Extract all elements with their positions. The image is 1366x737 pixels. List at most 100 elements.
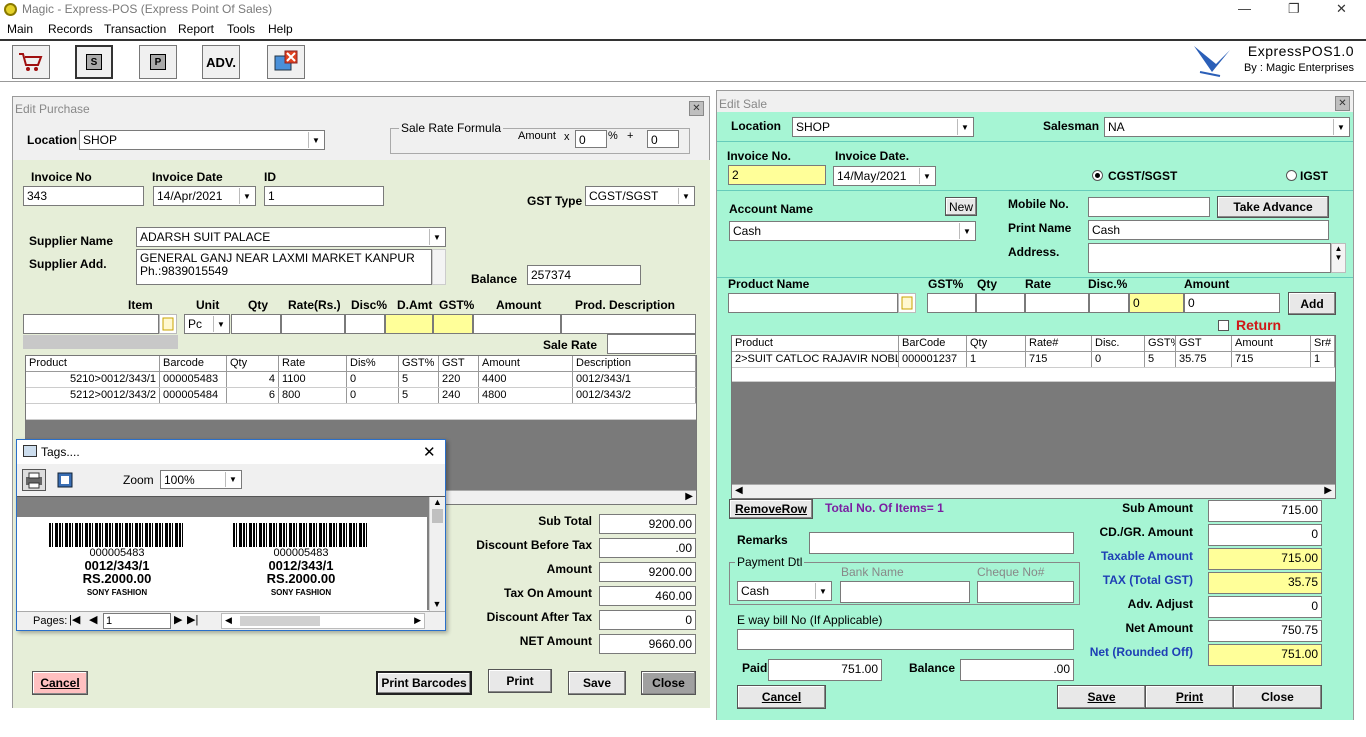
sale-grid-hscrollbar[interactable]: ◀ ▶ xyxy=(732,484,1335,498)
scroll-thumb[interactable] xyxy=(432,509,443,523)
gst-input[interactable] xyxy=(433,314,473,334)
purchase-button[interactable]: P xyxy=(139,45,177,79)
menu-transaction[interactable]: Transaction xyxy=(104,22,166,36)
sale-save-button[interactable]: Save xyxy=(1057,685,1146,709)
bank-name-input[interactable] xyxy=(840,581,970,603)
item-input[interactable] xyxy=(23,314,159,334)
purchase-save-button[interactable]: Save xyxy=(568,671,626,695)
cgst-radio[interactable] xyxy=(1092,170,1103,181)
adv-adjust-value[interactable]: 0 xyxy=(1208,596,1322,618)
amount-input[interactable] xyxy=(473,314,561,334)
sale-close-button[interactable]: Close xyxy=(1233,685,1322,709)
prev-page-icon[interactable]: ◀ xyxy=(89,613,97,626)
sale-address-textarea[interactable] xyxy=(1088,243,1331,273)
item-lookup-icon[interactable] xyxy=(159,314,177,334)
sale-print-button[interactable]: Print xyxy=(1145,685,1234,709)
payment-mode-select[interactable]: Cash ▼ xyxy=(737,581,832,601)
menu-tools[interactable]: Tools xyxy=(227,22,255,36)
scroll-right-icon[interactable]: ▶ xyxy=(414,615,421,626)
taxable-amount-value[interactable]: 715.00 xyxy=(1208,548,1322,570)
print-name-input[interactable]: Cash xyxy=(1088,220,1329,240)
scroll-left-icon[interactable]: ◀ xyxy=(735,485,743,496)
tags-print-button[interactable] xyxy=(22,469,46,491)
sale-location-select[interactable]: SHOP ▼ xyxy=(792,117,974,137)
remove-row-button[interactable]: RemoveRow xyxy=(729,499,813,519)
table-row[interactable]: 5212>0012/343/2 000005484 6 800 0 5 240 … xyxy=(26,388,696,404)
invoice-no-input[interactable]: 343 xyxy=(23,186,144,206)
sale-button[interactable]: S xyxy=(75,45,113,79)
amount-value[interactable]: 9200.00 xyxy=(599,562,696,582)
advance-button[interactable]: ADV. xyxy=(202,45,240,79)
qty-input[interactable] xyxy=(231,314,281,334)
mobile-input[interactable] xyxy=(1088,197,1210,217)
remarks-input[interactable] xyxy=(809,532,1074,554)
salesman-select[interactable]: NA ▼ xyxy=(1104,117,1350,137)
cheque-input[interactable] xyxy=(977,581,1074,603)
tags-hscrollbar[interactable]: ◀ ▶ xyxy=(221,613,425,629)
net-rounded-value[interactable]: 751.00 xyxy=(1208,644,1322,666)
menu-report[interactable]: Report xyxy=(178,22,214,36)
rate-input[interactable] xyxy=(281,314,345,334)
scroll-up-icon[interactable]: ▲ xyxy=(430,497,445,507)
minimize-icon[interactable]: — xyxy=(1238,1,1251,16)
account-name-select[interactable]: Cash ▼ xyxy=(729,221,976,241)
gst-type-select[interactable]: CGST/SGST ▼ xyxy=(585,186,695,206)
gstp-input[interactable] xyxy=(927,293,976,313)
scroll-right-icon[interactable]: ▶ xyxy=(685,491,693,502)
disc-input[interactable] xyxy=(1089,293,1129,313)
table-row-empty[interactable] xyxy=(732,368,1335,382)
disc-input[interactable] xyxy=(345,314,385,334)
zoom-select[interactable]: 100% ▼ xyxy=(160,470,242,489)
net-amount-value[interactable]: 750.75 xyxy=(1208,620,1322,642)
close-window-icon[interactable]: ✕ xyxy=(1336,1,1347,17)
tax-total-gst-value[interactable]: 35.75 xyxy=(1208,572,1322,594)
new-account-button[interactable]: New xyxy=(945,197,977,216)
product-lookup-icon[interactable] xyxy=(898,293,916,313)
exit-button[interactable] xyxy=(267,45,305,79)
cart-button[interactable] xyxy=(12,45,50,79)
damt-input[interactable] xyxy=(385,314,433,334)
tags-close-icon[interactable]: ✕ xyxy=(423,443,436,461)
id-input[interactable]: 1 xyxy=(264,186,384,206)
purchase-cancel-button[interactable]: Cancel xyxy=(32,671,88,695)
prod-description-input[interactable] xyxy=(561,314,696,334)
product-name-input[interactable] xyxy=(728,293,898,313)
menu-main[interactable]: Main xyxy=(7,22,33,36)
purchase-close-button[interactable]: Close xyxy=(641,671,696,695)
last-page-icon[interactable]: ▶| xyxy=(187,613,198,626)
scroll-down-icon[interactable]: ▼ xyxy=(430,599,444,609)
disc-value-input[interactable]: 0 xyxy=(1129,293,1184,313)
tax-on-amount-value[interactable]: 460.00 xyxy=(599,586,696,606)
supplier-address-textarea[interactable]: GENERAL GANJ NEAR LAXMI MARKET KANPUR Ph… xyxy=(136,249,432,285)
next-page-icon[interactable]: ▶ xyxy=(174,613,182,626)
return-checkbox[interactable] xyxy=(1218,320,1229,331)
supplier-name-select[interactable]: ADARSH SUIT PALACE ▼ xyxy=(136,227,446,247)
sale-cancel-button[interactable]: Cancel xyxy=(737,685,826,709)
sale-rate-input[interactable] xyxy=(607,334,696,354)
restore-icon[interactable]: ❐ xyxy=(1288,1,1300,17)
sale-invoice-date-picker[interactable]: 14/May/2021 ▼ xyxy=(833,166,936,186)
balance-value[interactable]: .00 xyxy=(960,659,1074,681)
igst-radio[interactable] xyxy=(1286,170,1297,181)
table-row-empty[interactable] xyxy=(26,404,696,420)
print-barcodes-button[interactable]: Print Barcodes xyxy=(376,671,472,695)
formula-percent-input[interactable]: 0 xyxy=(575,130,607,148)
table-row[interactable]: 2>SUIT CATLOC RAJAVIR NOBLE 000001237 1 … xyxy=(732,352,1335,368)
paid-input[interactable]: 751.00 xyxy=(768,659,882,681)
eway-input[interactable] xyxy=(737,629,1074,650)
purchase-location-select[interactable]: SHOP ▼ xyxy=(79,130,325,150)
cd-gr-amount-value[interactable]: 0 xyxy=(1208,524,1322,546)
sub-amount-value[interactable]: 715.00 xyxy=(1208,500,1322,522)
first-page-icon[interactable]: |◀ xyxy=(69,613,80,626)
formula-plus-input[interactable]: 0 xyxy=(647,130,679,148)
balance-input[interactable]: 257374 xyxy=(527,265,641,285)
qty-input[interactable] xyxy=(976,293,1025,313)
page-number-input[interactable]: 1 xyxy=(103,613,171,629)
amount-input[interactable]: 0 xyxy=(1184,293,1280,313)
net-amount-value[interactable]: 9660.00 xyxy=(599,634,696,654)
address-scrollbar[interactable] xyxy=(432,249,446,285)
scroll-thumb[interactable] xyxy=(240,616,320,626)
take-advance-button[interactable]: Take Advance xyxy=(1217,196,1329,218)
scroll-right-icon[interactable]: ▶ xyxy=(1324,485,1332,496)
sale-items-grid[interactable]: Product BarCode Qty Rate# Disc. GST% GST… xyxy=(731,335,1336,499)
